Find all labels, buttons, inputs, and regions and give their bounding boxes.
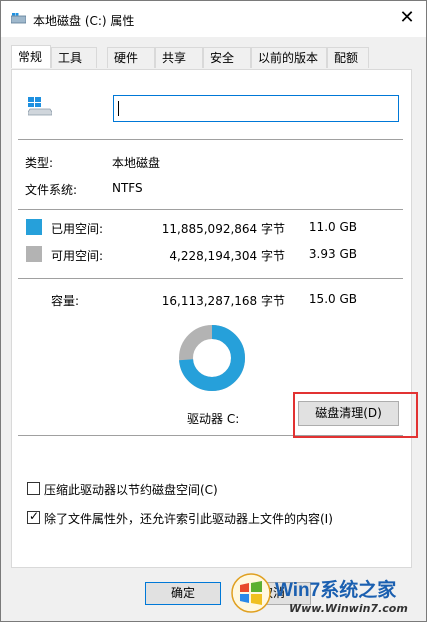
watermark: Win7系统之家 Www.Winwin7.com: [231, 571, 426, 621]
title-bar: 本地磁盘 (C:) 属性 ✕: [1, 1, 426, 37]
free-space-size: 3.93 GB: [308, 247, 357, 261]
tab-security[interactable]: 安全: [203, 47, 251, 68]
capacity-bytes: 16,113,287,168 字节: [161, 294, 285, 308]
tab-hardware[interactable]: 硬件: [107, 47, 155, 68]
filesystem-value: NTFS: [112, 181, 143, 195]
checkmark-icon: ✓: [29, 509, 40, 523]
tab-quota[interactable]: 配额: [327, 47, 369, 68]
divider: [18, 139, 403, 140]
drive-letter-label: 驱动器 C:: [187, 412, 240, 426]
capacity-size: 15.0 GB: [308, 292, 357, 306]
windows-logo-icon: [231, 573, 271, 613]
watermark-brand: Win7系统之家: [275, 580, 397, 601]
ok-button[interactable]: 确定: [145, 582, 221, 605]
close-icon[interactable]: ✕: [398, 9, 416, 27]
used-space-size: 11.0 GB: [308, 220, 357, 234]
tab-sharing[interactable]: 共享: [155, 47, 203, 68]
drive-large-icon: [28, 97, 52, 116]
compress-checkbox[interactable]: [27, 482, 40, 495]
usage-donut-chart: [179, 325, 245, 391]
drive-icon: [11, 13, 26, 24]
used-space-label: 已用空间:: [51, 222, 104, 236]
used-space-swatch: [26, 219, 42, 235]
filesystem-label: 文件系统:: [25, 183, 78, 197]
free-space-swatch: [26, 246, 42, 262]
type-value: 本地磁盘: [112, 156, 161, 170]
capacity-label: 容量:: [51, 294, 80, 308]
window-title: 本地磁盘 (C:) 属性: [33, 14, 135, 28]
text-caret: [118, 101, 119, 116]
tab-tools[interactable]: 工具: [51, 47, 97, 68]
free-space-label: 可用空间:: [51, 249, 104, 263]
used-space-bytes: 11,885,092,864 字节: [161, 222, 285, 236]
watermark-url: Www.Winwin7.com: [289, 602, 408, 615]
tab-general[interactable]: 常规: [11, 45, 51, 68]
index-checkbox[interactable]: ✓: [27, 509, 40, 524]
divider: [18, 278, 403, 279]
properties-window: 本地磁盘 (C:) 属性 ✕ 常规 工具 硬件 共享 安全 以前的版本 配额 类…: [0, 0, 427, 622]
general-panel: 类型: 本地磁盘 文件系统: NTFS 已用空间: 11,885,092,864…: [11, 69, 412, 568]
type-label: 类型:: [25, 156, 54, 170]
annotation-highlight-box: [293, 392, 418, 438]
index-checkbox-label[interactable]: 除了文件属性外，还允许索引此驱动器上文件的内容(I): [44, 510, 333, 527]
divider: [18, 209, 403, 210]
drive-name-input[interactable]: [113, 95, 399, 122]
compress-checkbox-label[interactable]: 压缩此驱动器以节约磁盘空间(C): [44, 481, 218, 498]
free-space-bytes: 4,228,194,304 字节: [169, 249, 285, 263]
tab-previous-versions[interactable]: 以前的版本: [251, 47, 327, 68]
